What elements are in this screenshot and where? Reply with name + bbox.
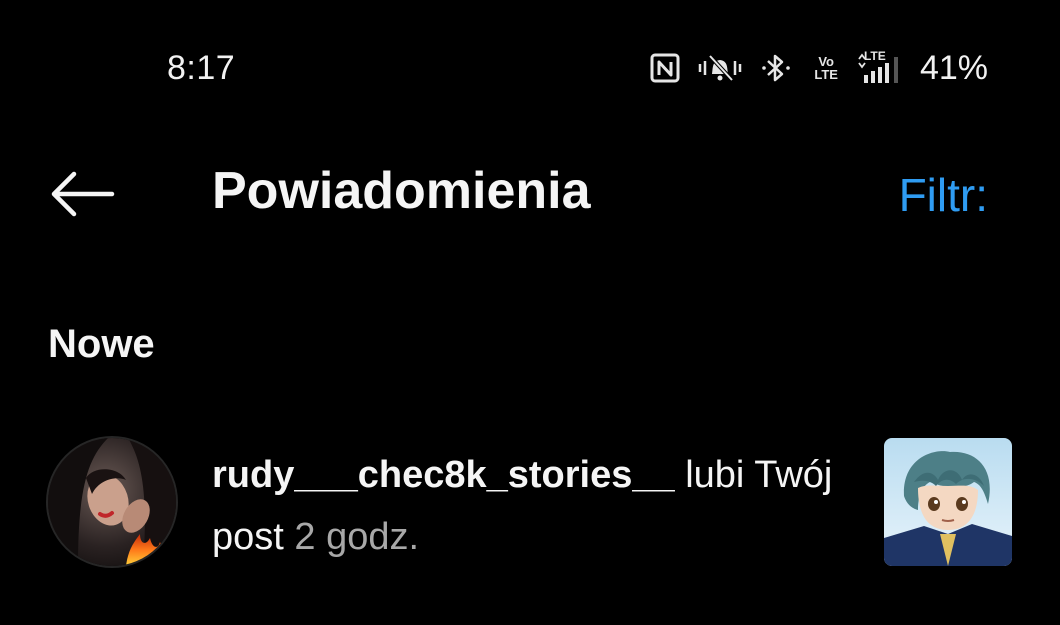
- notification-username[interactable]: rudy___chec8k_stories__: [212, 454, 675, 496]
- notification-item[interactable]: rudy___chec8k_stories__ lubi Twój post 2…: [0, 430, 1060, 575]
- page-title: Powiadomienia: [212, 162, 591, 220]
- mute-icon: [698, 52, 742, 84]
- notifications-screen: 8:17 Vo LTE LTE 41% Powiadomienia Filtr:…: [0, 0, 1060, 625]
- notification-time: 2 godz.: [283, 516, 420, 558]
- user-avatar[interactable]: [48, 438, 176, 566]
- status-icons: Vo LTE LTE 41%: [650, 48, 988, 88]
- lte-signal-icon: LTE: [856, 49, 900, 85]
- battery-percent: 41%: [919, 49, 988, 87]
- back-button[interactable]: [46, 166, 118, 222]
- notification-text: rudy___chec8k_stories__ lubi Twój post 2…: [212, 444, 852, 568]
- volte-line2: LTE: [814, 67, 838, 82]
- filter-button[interactable]: Filtr:: [899, 168, 988, 222]
- bluetooth-icon: [760, 52, 796, 84]
- section-title-new: Nowe: [48, 322, 155, 366]
- network-label: LTE: [863, 49, 886, 63]
- post-thumbnail[interactable]: [884, 438, 1012, 566]
- volte-icon: Vo LTE: [814, 55, 838, 81]
- arrow-left-icon: [51, 171, 115, 217]
- status-time: 8:17: [167, 49, 236, 87]
- nfc-icon: [650, 53, 680, 83]
